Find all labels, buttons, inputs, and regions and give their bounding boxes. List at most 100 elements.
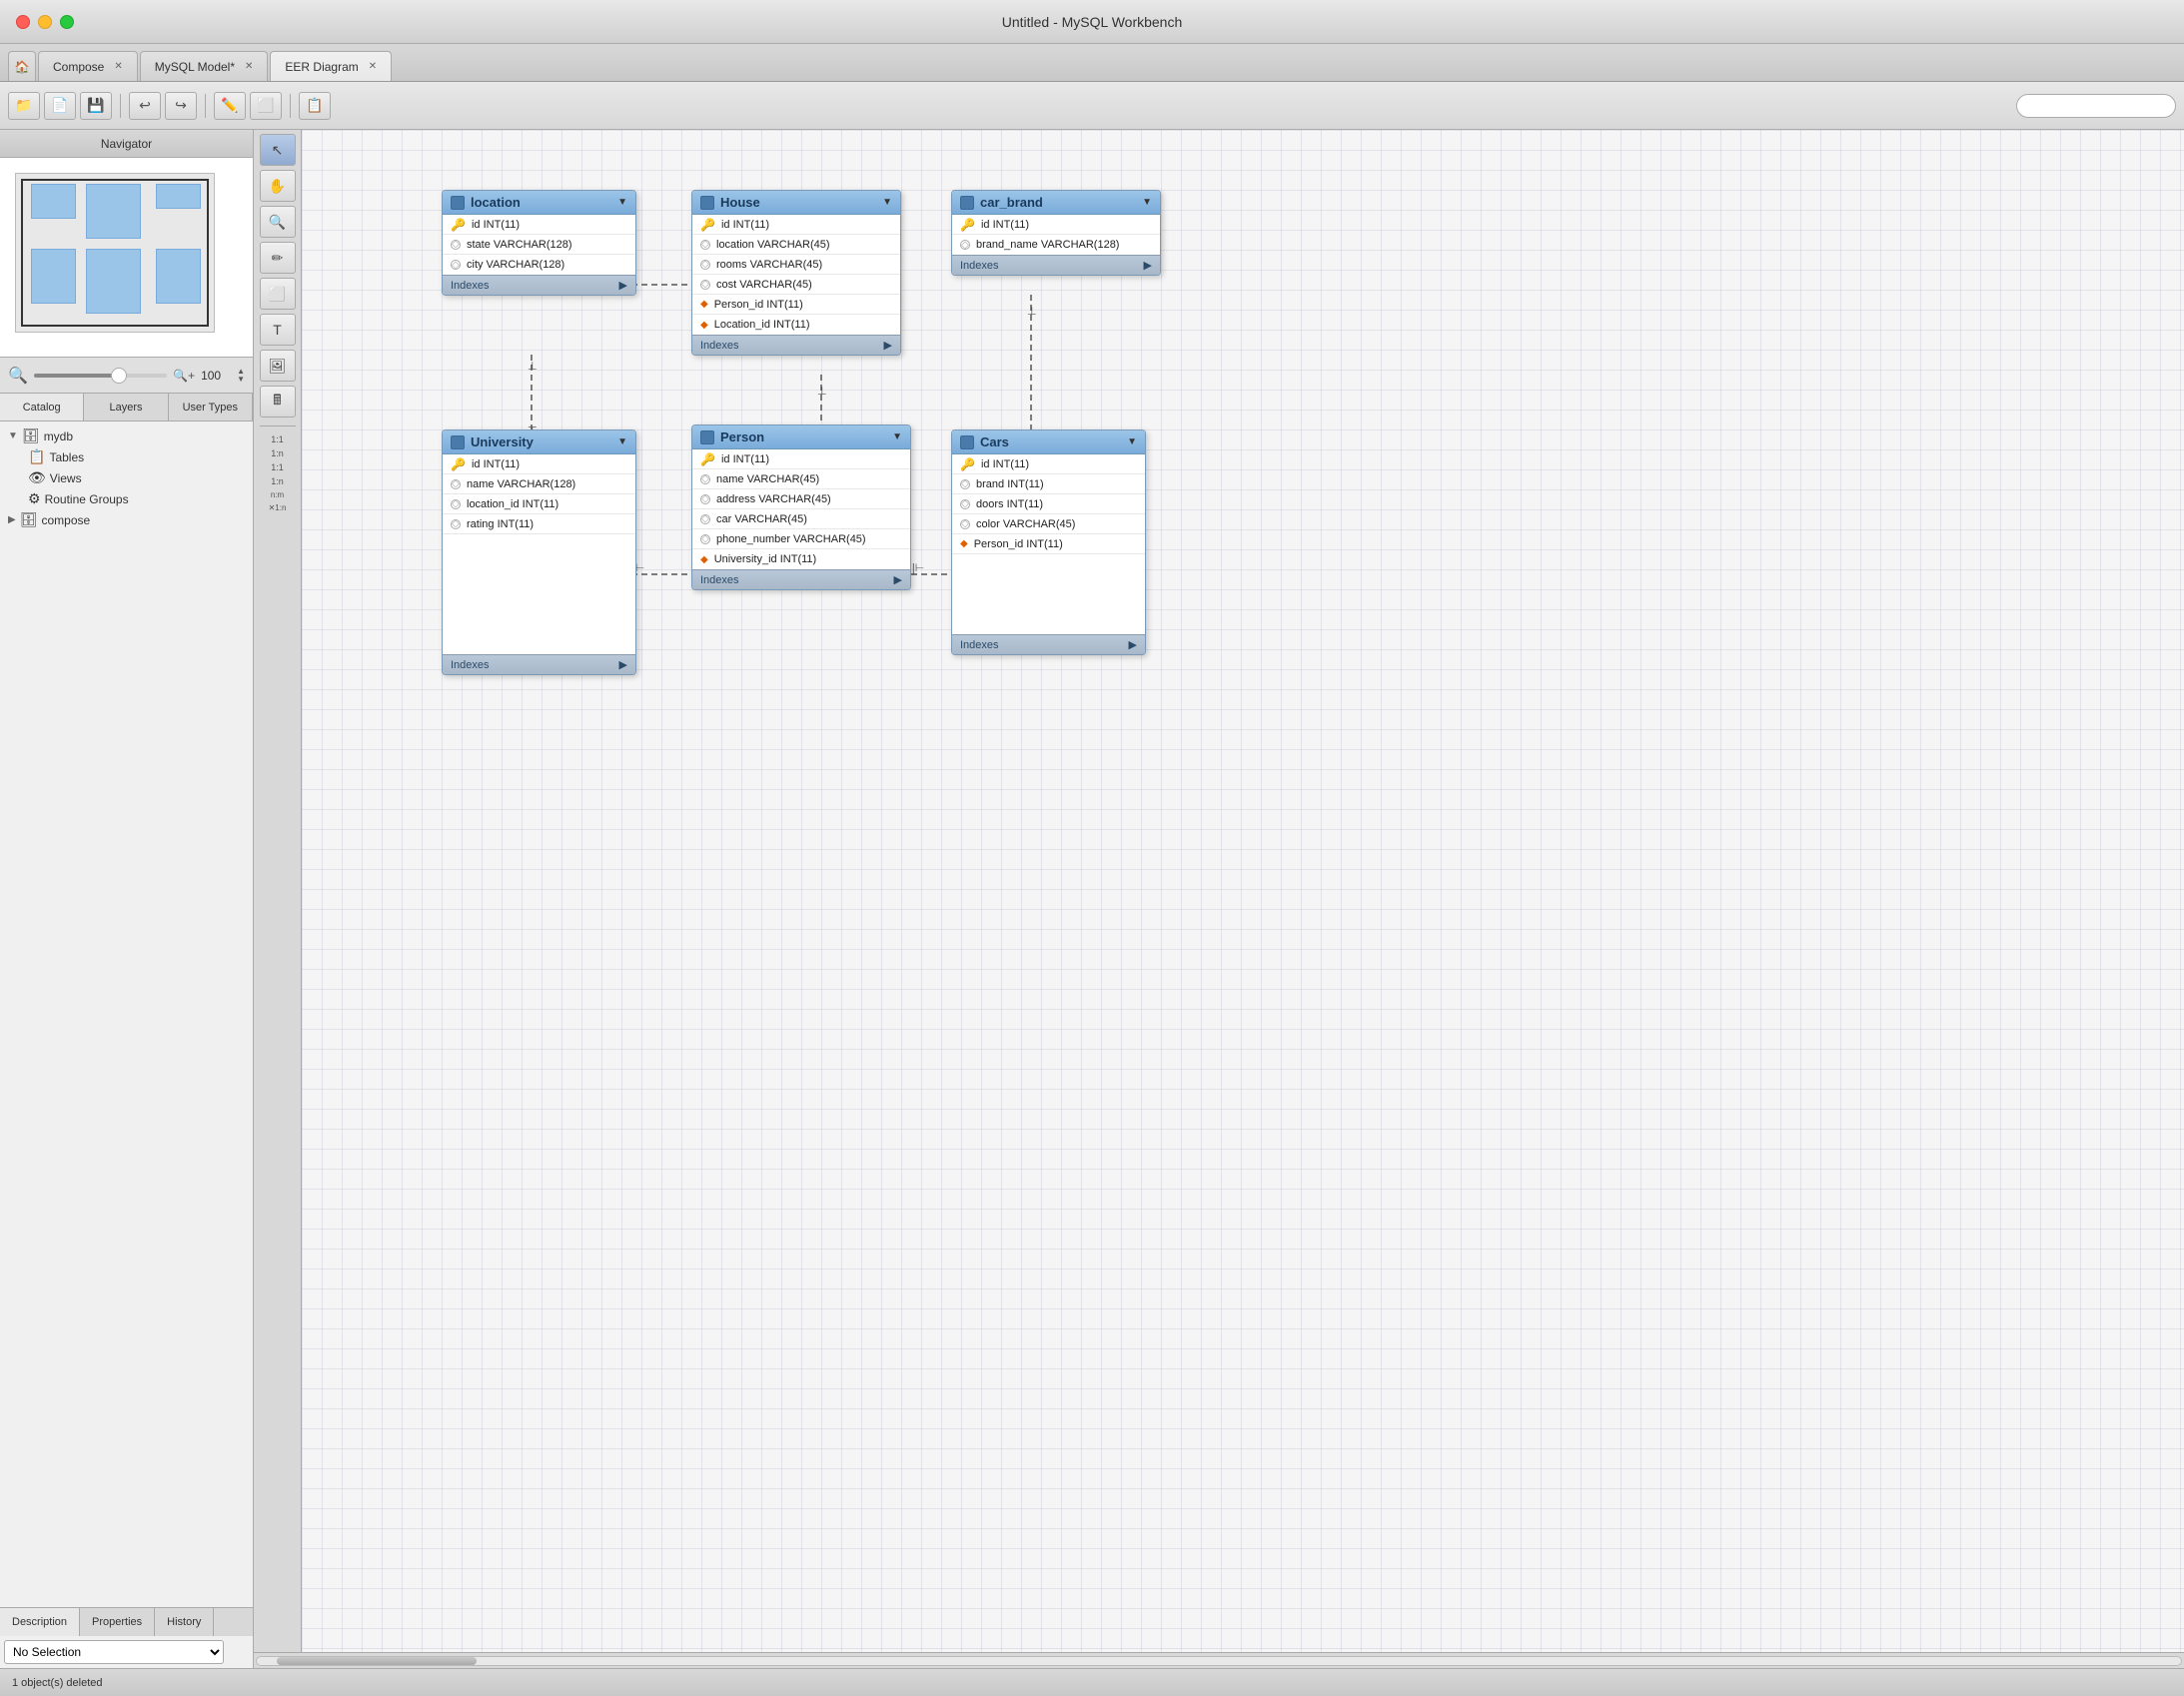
view-button[interactable]: ⬜ [250,92,282,120]
tree-item-tables[interactable]: 📋 Tables [20,446,253,467]
zoom-stepper[interactable]: ▲ ▼ [237,368,245,384]
zoom-in-button[interactable]: 🔍+ [173,369,195,383]
new-button[interactable]: 📄 [44,92,76,120]
tab-mysql-model[interactable]: MySQL Model* ✕ [140,51,269,81]
table-car-brand-dropdown[interactable]: ▼ [1142,197,1152,208]
table-cars[interactable]: Cars ▼ 🔑 id INT(11) ◇ brand INT(11) ◇ do… [951,429,1146,655]
maximize-button[interactable] [60,15,74,29]
tab-compose[interactable]: Compose ✕ [38,51,138,81]
indexes-arrow: ▶ [894,573,902,586]
rect-tool[interactable]: ⬜ [260,278,296,310]
tab-history[interactable]: History [155,1608,214,1636]
field-icon: ◇ [700,474,710,484]
text-tool[interactable]: T [260,314,296,346]
pk-icon: 🔑 [451,457,466,471]
calc-tool[interactable]: 🖩 [260,386,296,418]
table-row: ◆ Person_id INT(11) [952,534,1145,554]
tab-properties[interactable]: Properties [80,1608,155,1636]
pan-tool[interactable]: ✋ [260,170,296,202]
tab-user-types[interactable]: User Types [169,394,253,421]
tool-label-1-1b[interactable]: 1:1 [271,462,284,472]
tool-label-1-1[interactable]: 1:1 [271,434,284,444]
tree-label-compose: compose [41,513,90,527]
table-location-body: 🔑 id INT(11) ◇ state VARCHAR(128) ◇ city… [443,215,635,275]
horizontal-scrollbar[interactable] [254,1652,2184,1668]
edit-button[interactable]: ✏️ [214,92,246,120]
svg-text:⊥: ⊥ [528,361,538,373]
traffic-lights[interactable] [16,15,74,29]
zoom-down-icon[interactable]: ▼ [237,376,245,384]
table-row: ◇ address VARCHAR(45) [692,489,910,509]
table-car-brand-header: car_brand ▼ [952,191,1160,215]
table-car-brand[interactable]: car_brand ▼ 🔑 id INT(11) ◇ brand_name VA… [951,190,1161,276]
tool-label-1-nc[interactable]: ✕1:n [269,503,287,512]
save-button[interactable]: 💾 [80,92,112,120]
tab-mysql-model-close[interactable]: ✕ [245,61,253,72]
tab-eer-diagram-close[interactable]: ✕ [369,61,377,72]
table-house[interactable]: House ▼ 🔑 id INT(11) ◇ location VARCHAR(… [691,190,901,356]
field-name: Location_id INT(11) [714,319,810,331]
table-house-indexes[interactable]: Indexes ▶ [692,335,900,355]
diagram-canvas[interactable]: || ⊢| ⊥ ⊤ ⊥ | ||⊢ ⊣|| ||⊢ ⊣| ⊥ ⊤ [302,130,2184,1696]
tree-item-mydb[interactable]: ▼ 🗄 mydb [0,425,253,446]
table-university-indexes[interactable]: Indexes ▶ [443,654,635,674]
selection-dropdown[interactable]: No Selection [4,1640,224,1664]
tab-compose-label: Compose [53,60,104,74]
tab-description[interactable]: Description [0,1608,80,1636]
image-tool[interactable]: 🖼 [260,350,296,382]
field-name: id INT(11) [981,219,1029,231]
pencil-tool[interactable]: ✏ [260,242,296,274]
tree-label-views: Views [50,471,82,485]
table-row: ◇ rooms VARCHAR(45) [692,255,900,275]
pk-icon: 🔑 [960,457,975,471]
scrollbar-thumb[interactable] [277,1657,477,1665]
table-person-indexes[interactable]: Indexes ▶ [692,569,910,589]
copy-button[interactable]: 📋 [299,92,331,120]
undo-button[interactable]: ↩ [129,92,161,120]
table-row: 🔑 id INT(11) [443,454,635,474]
zoom-out-button[interactable]: 🔍 [8,366,28,386]
table-person-dropdown[interactable]: ▼ [892,431,902,442]
table-location-indexes[interactable]: Indexes ▶ [443,275,635,295]
tab-layers[interactable]: Layers [84,394,168,421]
scrollbar-track[interactable] [256,1656,2182,1666]
navigator-canvas[interactable] [0,158,253,358]
indexes-arrow: ▶ [1129,638,1137,651]
table-person[interactable]: Person ▼ 🔑 id INT(11) ◇ name VARCHAR(45)… [691,424,911,590]
tab-compose-close[interactable]: ✕ [114,61,122,72]
table-location[interactable]: location ▼ 🔑 id INT(11) ◇ state VARCHAR(… [442,190,636,296]
tree-item-routine-groups[interactable]: ⚙ Routine Groups [20,488,253,509]
table-location-dropdown[interactable]: ▼ [617,197,627,208]
tables-icon: 📋 [28,448,45,465]
table-car-brand-indexes[interactable]: Indexes ▶ [952,255,1160,275]
field-icon: ◇ [451,519,461,529]
zoom-tool[interactable]: 🔍 [260,206,296,238]
select-tool[interactable]: ↖ [260,134,296,166]
close-button[interactable] [16,15,30,29]
home-tab[interactable]: 🏠 [8,51,36,81]
table-row: ◇ car VARCHAR(45) [692,509,910,529]
tab-eer-diagram[interactable]: EER Diagram ✕ [270,51,392,81]
table-cars-indexes[interactable]: Indexes ▶ [952,634,1145,654]
tree-item-views[interactable]: 👁 Views [20,467,253,488]
indexes-arrow: ▶ [619,658,627,671]
minimize-button[interactable] [38,15,52,29]
zoom-slider[interactable] [34,374,167,378]
field-icon: ◇ [451,479,461,489]
tab-mysql-model-label: MySQL Model* [155,60,235,74]
table-car-brand-name: car_brand [980,195,1043,210]
tool-label-1-n[interactable]: 1:n [271,448,284,458]
table-university-dropdown[interactable]: ▼ [617,436,627,447]
table-cars-dropdown[interactable]: ▼ [1127,436,1137,447]
tool-label-1-nb[interactable]: 1:n [271,476,284,486]
table-person-body: 🔑 id INT(11) ◇ name VARCHAR(45) ◇ addres… [692,449,910,569]
redo-button[interactable]: ↪ [165,92,197,120]
table-house-dropdown[interactable]: ▼ [882,197,892,208]
table-university[interactable]: University ▼ 🔑 id INT(11) ◇ name VARCHAR… [442,429,636,675]
open-button[interactable]: 📁 [8,92,40,120]
search-input[interactable] [2016,94,2176,118]
table-location-name: location [471,195,521,210]
tool-label-nm[interactable]: n:m [271,490,284,499]
tab-catalog[interactable]: Catalog [0,394,84,421]
tree-item-compose[interactable]: ▶ 🗄 compose [0,509,253,530]
